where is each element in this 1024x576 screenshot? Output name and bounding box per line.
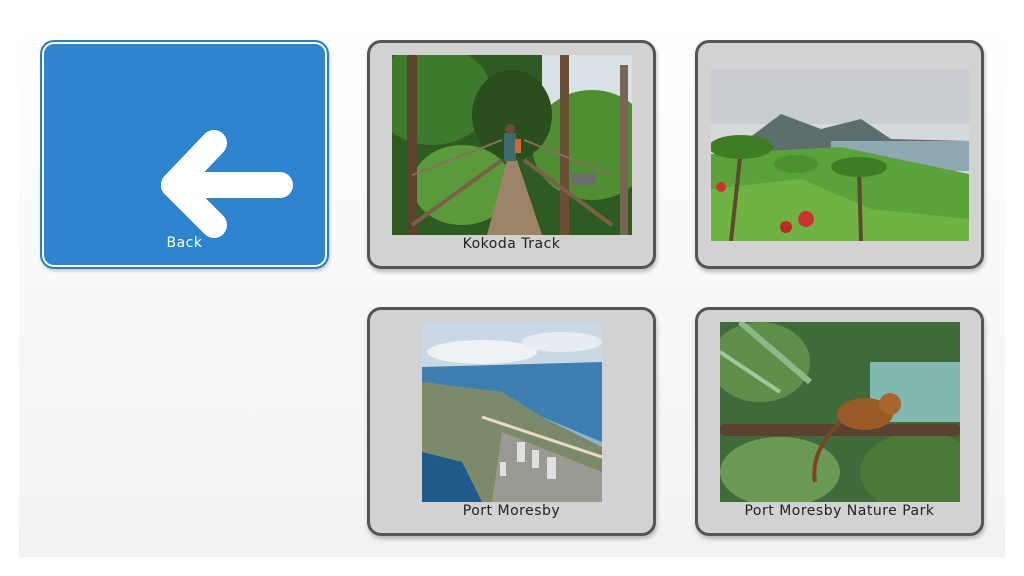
arrow-left-icon [161,130,293,238]
tile-label: Kokoda Track [462,236,561,252]
aerial-city-coast-photo [422,322,602,502]
tile-label: Port Moresby Nature Park [744,503,935,519]
tropical-coast-palm-trees-photo [711,69,969,241]
tile-coast[interactable] [695,40,984,269]
tree-kangaroo-photo [720,322,960,502]
back-label: Back [166,235,203,251]
tile-port-moresby-nature-park[interactable]: Port Moresby Nature Park [695,307,984,536]
back-button[interactable]: Back [40,40,329,269]
tile-kokoda-track[interactable]: Kokoda Track [367,40,656,269]
tile-label: Port Moresby [462,503,561,519]
jungle-suspension-bridge-photo [392,55,632,235]
tile-port-moresby[interactable]: Port Moresby [367,307,656,536]
